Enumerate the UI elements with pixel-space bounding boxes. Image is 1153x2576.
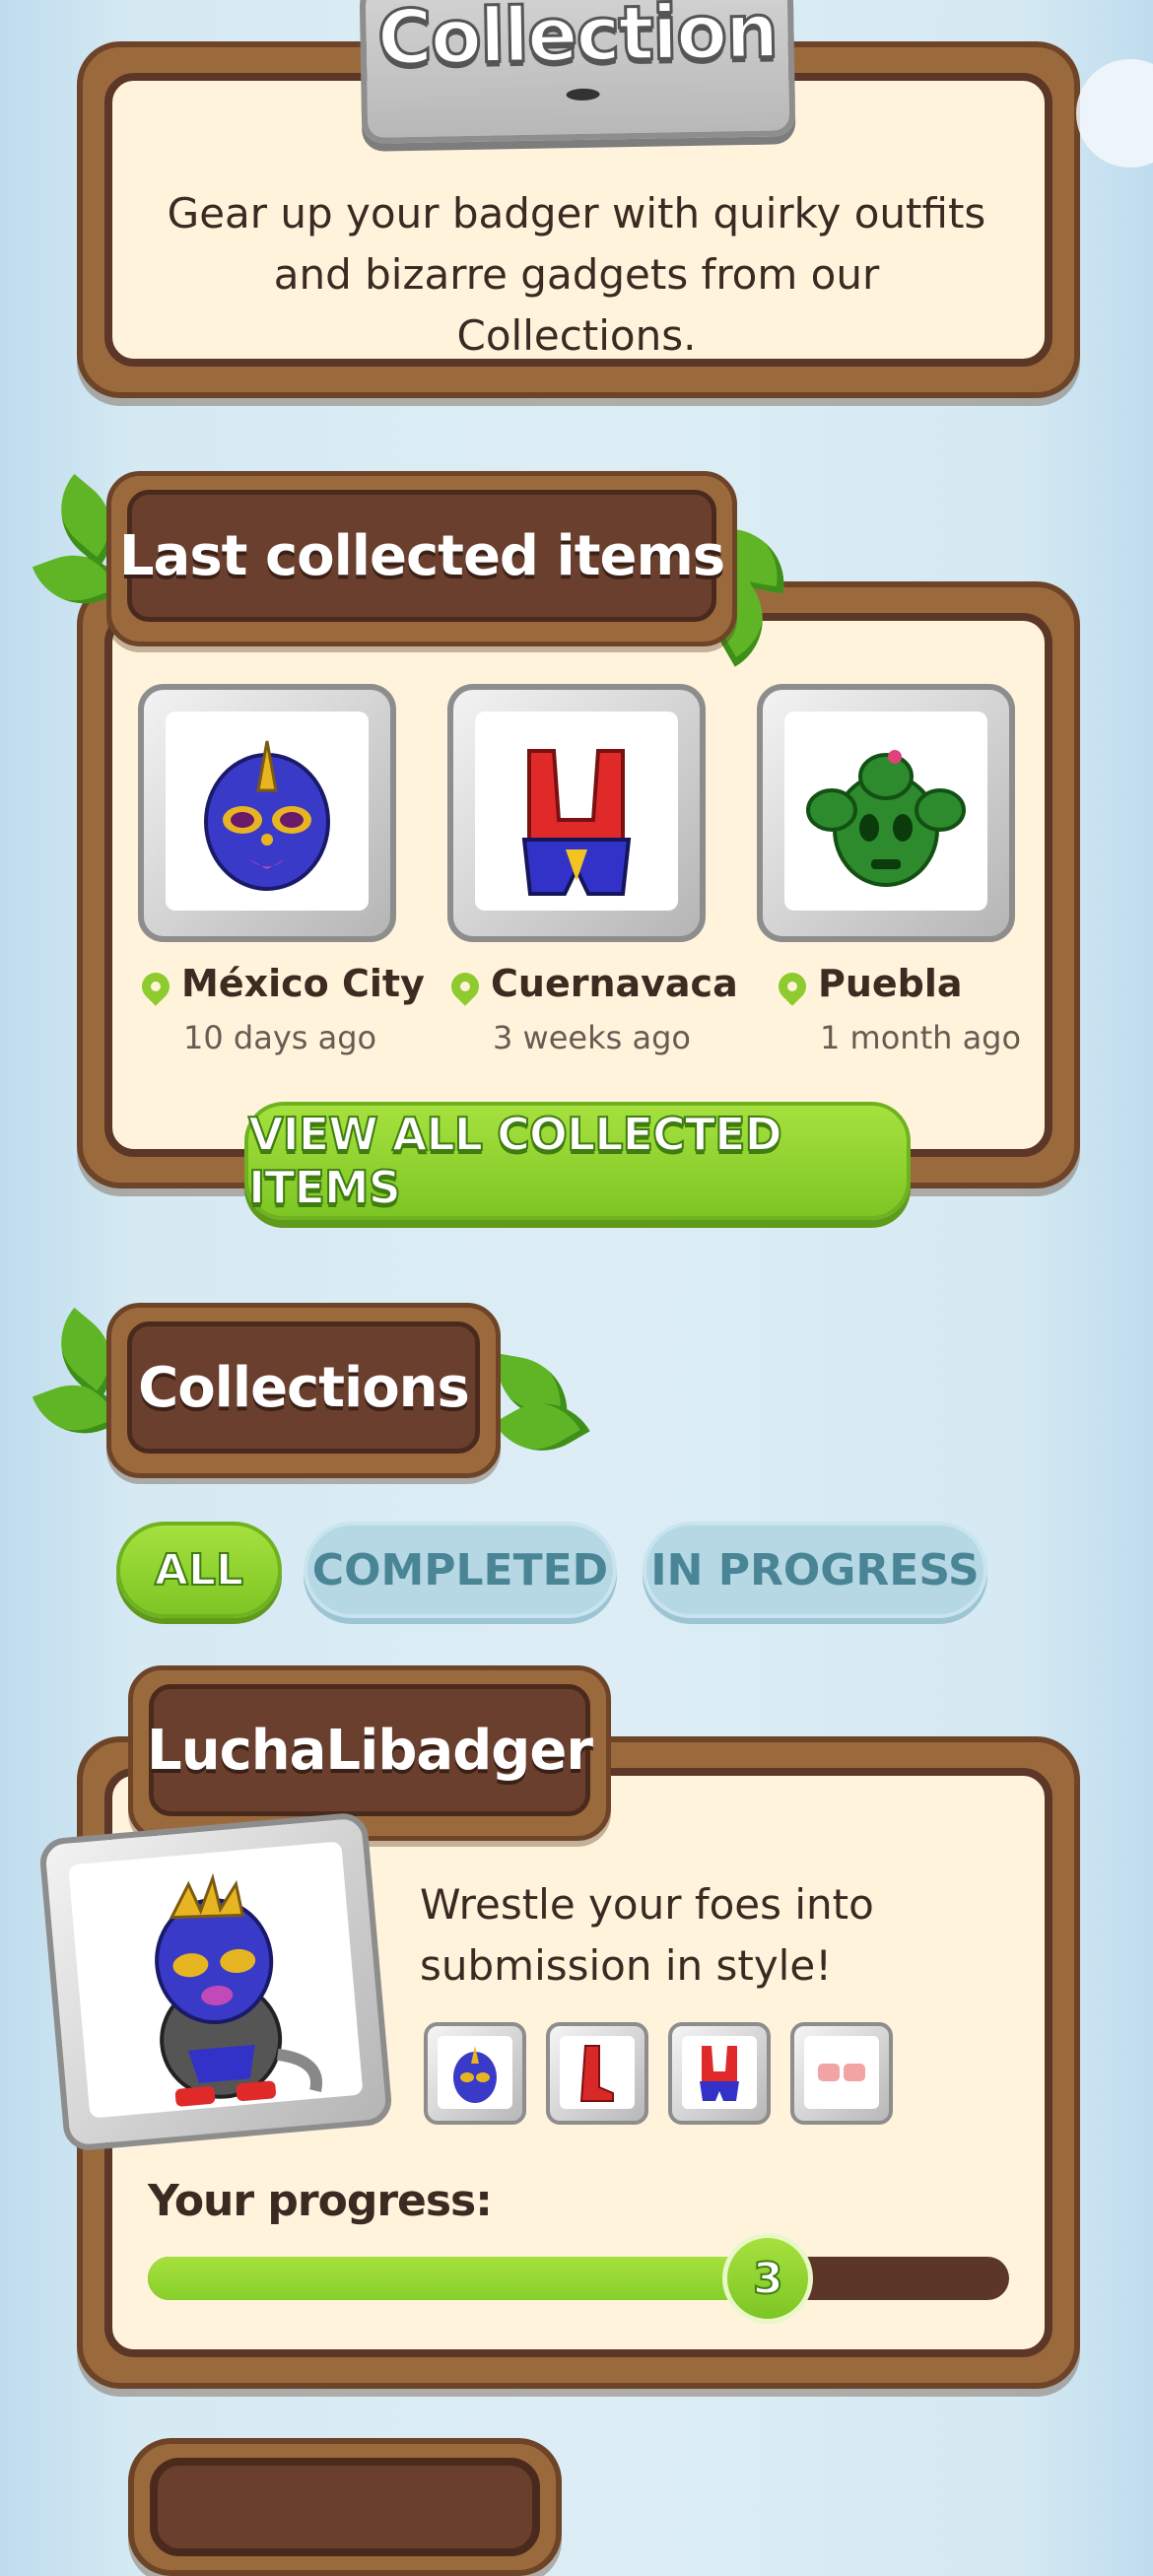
pink-wristbands-icon: [818, 2064, 865, 2081]
location-pin-icon: [445, 966, 485, 1006]
collections-title-plaque: Collections: [106, 1303, 501, 1478]
collection-item-thumb[interactable]: [790, 2022, 893, 2125]
stone-crack-icon: [566, 88, 600, 102]
location-pin-icon: [773, 966, 812, 1006]
section-title: Collections: [138, 1355, 470, 1420]
item-time: 3 weeks ago: [493, 1019, 691, 1056]
collection-item-thumb[interactable]: [668, 2022, 771, 2125]
collection-title-stone: Collection: [359, 0, 796, 144]
progress-knob: 3: [722, 2233, 814, 2324]
page-title: Collection: [375, 0, 780, 83]
collected-item-card[interactable]: [447, 684, 706, 942]
wrestling-mask-icon: [453, 2046, 497, 2103]
red-boots-icon: [579, 2045, 614, 2102]
tab-in-progress[interactable]: IN PROGRESS: [643, 1522, 987, 1618]
collection-name-plaque: LuchaLibadger: [128, 1665, 611, 1841]
collected-item-card[interactable]: [138, 684, 396, 942]
cactus-mask-icon: [806, 750, 966, 887]
collection-badge-card: [37, 1811, 394, 2152]
item-time: 10 days ago: [183, 1019, 377, 1056]
item-location: Cuernavaca: [445, 962, 738, 1006]
tab-all[interactable]: ALL: [116, 1522, 282, 1618]
item-location: México City: [136, 962, 425, 1006]
location-pin-icon: [136, 966, 175, 1006]
progress-label: Your progress:: [148, 2176, 493, 2226]
section-title: Last collected items: [118, 523, 725, 588]
progress-bar: 3: [148, 2233, 1009, 2324]
collected-item-card[interactable]: [757, 684, 1015, 942]
badger-wrestler-icon: [155, 1872, 322, 2107]
progress-fill: [148, 2257, 769, 2300]
collection-description: Wrestle your foes into submission in sty…: [420, 1880, 874, 1990]
tab-completed[interactable]: COMPLETED: [304, 1522, 617, 1618]
wrestling-mask-icon: [204, 740, 330, 891]
intro-description: Gear up your badger with quirky outfits …: [167, 189, 986, 360]
item-location: Puebla: [773, 962, 963, 1006]
last-collected-title-plaque: Last collected items: [106, 471, 737, 646]
cloud-decoration: [1076, 59, 1153, 168]
view-all-collected-button[interactable]: VIEW ALL COLLECTED ITEMS: [244, 1102, 911, 1220]
wrestling-outfit-icon: [700, 2046, 739, 2101]
item-time: 1 month ago: [820, 1019, 1022, 1056]
collection-item-thumb[interactable]: [546, 2022, 648, 2125]
collection-item-thumb[interactable]: [424, 2022, 526, 2125]
next-collection-card[interactable]: [128, 2438, 562, 2576]
collection-name: LuchaLibadger: [147, 1718, 593, 1783]
wrestling-outfit-icon: [521, 749, 632, 896]
